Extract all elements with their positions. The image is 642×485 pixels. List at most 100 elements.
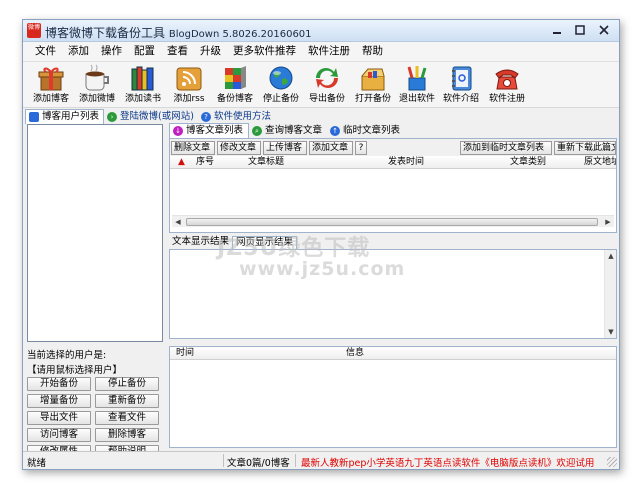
- article-help-button[interactable]: ?: [355, 141, 367, 155]
- start-backup-button[interactable]: 开始备份: [27, 377, 91, 391]
- tool-label: 备份博客: [216, 94, 253, 104]
- article-hscrollbar[interactable]: ◀ ▶: [172, 215, 614, 227]
- add-rss-button[interactable]: 添加rss: [166, 62, 212, 108]
- status-divider: [223, 454, 224, 467]
- add-weibo-button[interactable]: 添加微博: [74, 62, 120, 108]
- col-index[interactable]: 序号: [196, 156, 246, 169]
- menu-file[interactable]: 文件: [29, 42, 62, 61]
- tab-label: 查询博客文章: [265, 124, 323, 136]
- window-controls: [547, 23, 615, 38]
- menu-more-software[interactable]: 更多软件推荐: [227, 42, 302, 61]
- scroll-up-icon[interactable]: ▲: [605, 250, 617, 262]
- tool-label: 停止备份: [262, 94, 299, 104]
- incremental-backup-button[interactable]: 增量备份: [27, 394, 91, 408]
- blog-user-list[interactable]: [27, 124, 163, 342]
- status-divider: [295, 454, 296, 467]
- menu-upgrade[interactable]: 升级: [194, 42, 227, 61]
- status-counts: 文章0篇/0博客: [227, 458, 290, 469]
- software-intro-button[interactable]: 软件介绍: [438, 62, 484, 108]
- add-to-temp-list-button[interactable]: 添加到临时文章列表: [460, 141, 552, 155]
- minimize-button[interactable]: [547, 23, 567, 38]
- tab-label: 登陆微博(或网站): [120, 110, 194, 122]
- select-user-hint: 【请用鼠标选择用户】: [27, 365, 123, 376]
- exit-software-button[interactable]: 退出软件: [396, 62, 438, 108]
- tab-label: 博客用户列表: [42, 111, 100, 122]
- tool-label: 导出备份: [308, 94, 345, 104]
- add-reading-button[interactable]: 添加读书: [120, 62, 166, 108]
- status-ready: 就绪: [27, 458, 47, 469]
- current-user-label: 当前选择的用户是:: [27, 350, 107, 361]
- menu-add[interactable]: 添加: [62, 42, 95, 61]
- tab-web-result[interactable]: 网页显示结果: [232, 236, 298, 249]
- redownload-article-button[interactable]: 重新下载此篇文: [554, 141, 616, 155]
- view-file-button[interactable]: 查看文件: [95, 411, 159, 425]
- scroll-left-icon[interactable]: ◀: [172, 216, 184, 228]
- tab-login-weibo[interactable]: › 登陆微博(或网站): [104, 109, 198, 124]
- promo-link[interactable]: 最新人教新pep小学英语九丁英语点读软件《电脑版点读机》欢迎试用: [301, 455, 595, 469]
- delete-article-button[interactable]: 删除文章: [171, 141, 215, 155]
- menu-register[interactable]: 软件注册: [302, 42, 356, 61]
- title-bar[interactable]: 微博 博客微博下载备份工具 BlogDown 5.8026.20160601: [23, 20, 619, 42]
- action-buttons: 开始备份 停止备份 增量备份 重新备份 导出文件 查看文件 访问博客 删除博客 …: [27, 377, 159, 459]
- tool-label: 打开备份: [354, 94, 391, 104]
- stop-backup-button[interactable]: 停止备份: [95, 377, 159, 391]
- col-title[interactable]: 文章标题: [248, 156, 378, 169]
- result-tab-strip: 文本显示结果 网页显示结果: [169, 236, 298, 249]
- tool-label: 添加rss: [173, 94, 205, 104]
- export-file-button[interactable]: 导出文件: [27, 411, 91, 425]
- result-display[interactable]: ▲ ▼: [169, 249, 617, 339]
- delete-blog-button[interactable]: 删除博客: [95, 428, 159, 442]
- tab-temp-articles[interactable]: ↑ 临时文章列表: [327, 123, 405, 138]
- tab-usage-help[interactable]: ? 软件使用方法: [198, 109, 275, 124]
- tab-article-list[interactable]: ↓ 博客文章列表: [169, 123, 250, 138]
- result-vscrollbar[interactable]: ▲ ▼: [604, 250, 616, 338]
- desktop: 微博 博客微博下载备份工具 BlogDown 5.8026.20160601 文…: [0, 0, 642, 485]
- upload-blog-button[interactable]: 上传博客: [263, 141, 307, 155]
- scroll-down-icon[interactable]: ▼: [605, 326, 617, 338]
- tab-blog-users[interactable]: 博客用户列表: [25, 109, 105, 124]
- close-button[interactable]: [593, 23, 615, 38]
- download-icon: ↓: [173, 126, 183, 136]
- resize-grip[interactable]: [607, 457, 617, 467]
- software-register-button[interactable]: 软件注册: [484, 62, 530, 108]
- log-panel: 时间 信息: [169, 346, 617, 448]
- tab-query-articles[interactable]: ⌕ 查询博客文章: [249, 123, 327, 138]
- pencil-cup-icon: [407, 66, 427, 91]
- login-icon: ›: [107, 111, 118, 122]
- tool-label: 软件介绍: [442, 94, 479, 104]
- visit-blog-button[interactable]: 访问博客: [27, 428, 91, 442]
- col-time[interactable]: 时间: [176, 347, 276, 360]
- col-info[interactable]: 信息: [346, 347, 446, 360]
- export-backup-button[interactable]: 导出备份: [304, 62, 350, 108]
- window-title-version: BlogDown 5.8026.20160601: [168, 29, 312, 40]
- article-toolbar: 删除文章 修改文章 上传博客 添加文章 ? 添加到临时文章列表 重新下载此篇文: [170, 139, 616, 156]
- edit-article-button[interactable]: 修改文章: [217, 141, 261, 155]
- app-logo-icon: 微博: [27, 23, 41, 38]
- minimize-icon: [553, 32, 561, 34]
- scroll-thumb[interactable]: [186, 218, 598, 226]
- menu-operate[interactable]: 操作: [95, 42, 128, 61]
- search-icon: ⌕: [252, 125, 263, 136]
- add-blog-button[interactable]: 添加博客: [28, 62, 74, 108]
- tab-text-result[interactable]: 文本显示结果: [169, 236, 232, 249]
- col-publish-time[interactable]: 发表时间: [388, 156, 508, 169]
- scroll-right-icon[interactable]: ▶: [602, 216, 614, 228]
- add-article-button[interactable]: 添加文章: [309, 141, 353, 155]
- menu-view[interactable]: 查看: [161, 42, 194, 61]
- col-source-url[interactable]: 原文地址: [584, 156, 616, 169]
- close-icon: [599, 25, 609, 35]
- menu-help[interactable]: 帮助: [356, 42, 389, 61]
- tool-label: 退出软件: [398, 94, 435, 104]
- maximize-button[interactable]: [570, 23, 590, 38]
- log-table-header: 时间 信息: [170, 347, 616, 360]
- tool-label: 添加读书: [124, 94, 161, 104]
- books-icon: [131, 66, 154, 91]
- window-title-name: 博客微博下载备份工具: [45, 26, 166, 40]
- stop-backup-button[interactable]: 停止备份: [258, 62, 304, 108]
- backup-blog-button[interactable]: 备份博客: [212, 62, 258, 108]
- rebackup-button[interactable]: 重新备份: [95, 394, 159, 408]
- menu-config[interactable]: 配置: [128, 42, 161, 61]
- col-category[interactable]: 文章类别: [510, 156, 580, 169]
- notebook-icon: [452, 66, 472, 91]
- open-backup-button[interactable]: 打开备份: [350, 62, 396, 108]
